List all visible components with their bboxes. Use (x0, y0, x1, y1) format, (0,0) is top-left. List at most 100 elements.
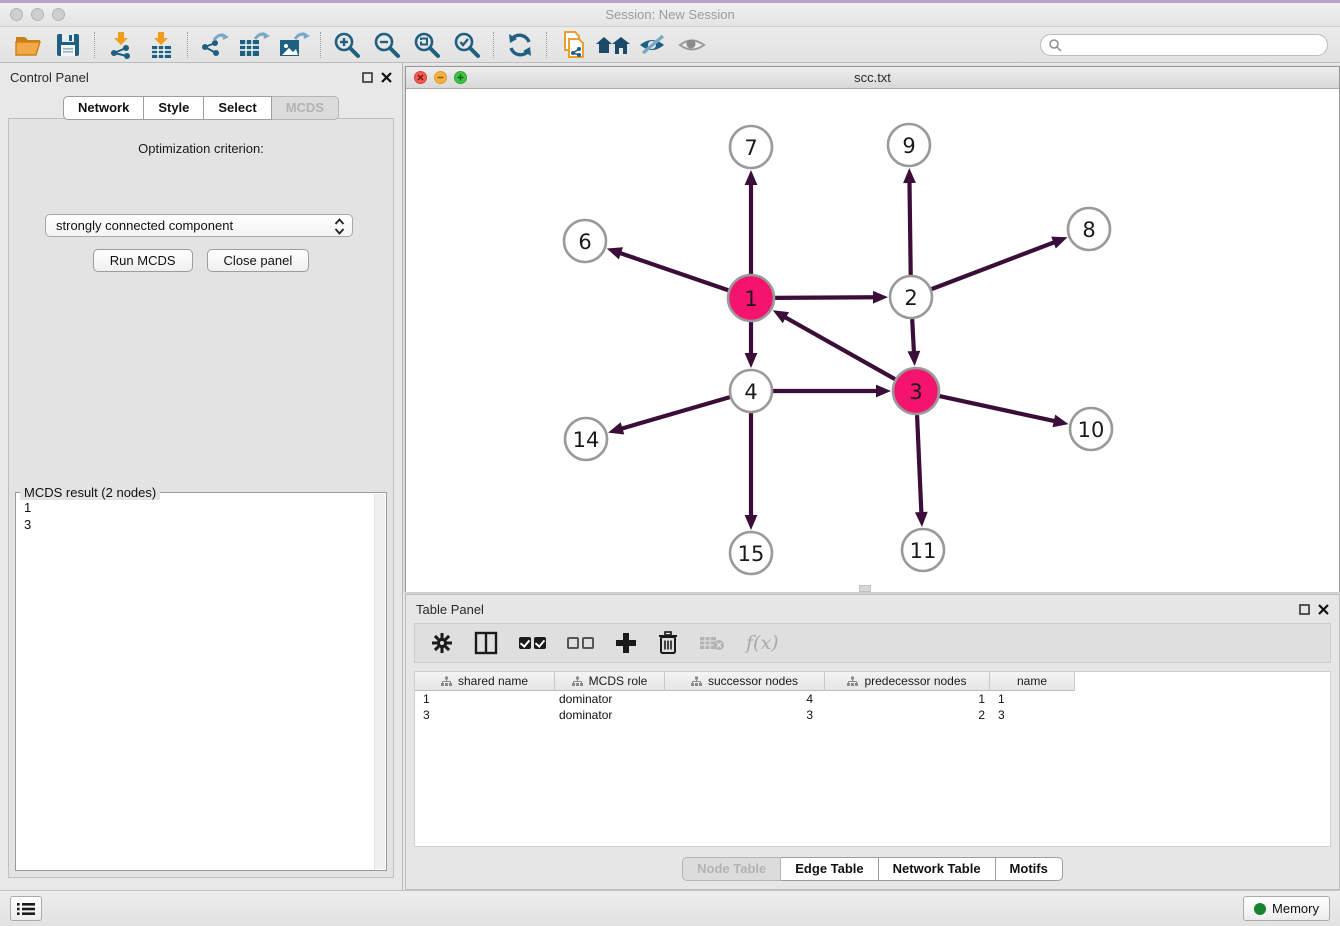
refresh-icon (506, 31, 534, 59)
hide-selected-button[interactable] (633, 29, 673, 61)
app-titlebar: Session: New Session (0, 3, 1340, 27)
checked-box-icon (534, 637, 546, 649)
graph-edge-4-14[interactable] (620, 397, 730, 429)
column-header-predecessor-nodes[interactable]: predecessor nodes (825, 672, 990, 691)
trash-icon (658, 631, 678, 655)
graph-node-label: 8 (1082, 218, 1095, 242)
toolbar-separator (546, 32, 547, 58)
window-title: Session: New Session (0, 7, 1340, 22)
delete-column-button[interactable] (658, 631, 678, 655)
unchecked-box-icon (582, 637, 594, 649)
close-panel-icon[interactable] (381, 72, 392, 83)
show-panels-button[interactable] (10, 896, 42, 921)
graph-arrowhead (876, 385, 891, 398)
tab-network-table[interactable]: Network Table (879, 857, 996, 881)
import-network-button[interactable] (101, 29, 141, 61)
column-header-mcds-role[interactable]: MCDS role (555, 672, 665, 691)
float-panel-icon[interactable] (1299, 604, 1310, 615)
export-table-button[interactable] (234, 29, 274, 61)
cell-shared-name: 1 (415, 692, 555, 706)
table-row[interactable]: 3 dominator 3 2 3 (415, 707, 1330, 723)
show-all-button[interactable] (673, 29, 713, 61)
float-panel-icon[interactable] (362, 72, 373, 83)
graph-node-label: 10 (1078, 418, 1105, 442)
toolbar-separator (94, 32, 95, 58)
tab-motifs[interactable]: Motifs (996, 857, 1063, 881)
canvas-resize-grip[interactable] (859, 585, 871, 592)
hierarchy-icon (847, 676, 858, 687)
zoom-fit-icon (412, 30, 442, 60)
tab-select[interactable]: Select (204, 96, 271, 120)
tab-style[interactable]: Style (144, 96, 204, 120)
tab-network[interactable]: Network (63, 96, 144, 120)
stepper-arrows-icon (334, 218, 345, 235)
table-settings-button[interactable] (431, 632, 453, 654)
graph-edge-2-9[interactable] (909, 180, 910, 275)
column-header-successor-nodes[interactable]: successor nodes (665, 672, 825, 691)
network-canvas[interactable]: 7968124314101511 (406, 89, 1339, 592)
column-header-name[interactable]: name (990, 672, 1075, 691)
export-network-button[interactable] (194, 29, 234, 61)
zoom-out-button[interactable] (367, 29, 407, 61)
graph-edge-3-1[interactable] (783, 316, 895, 379)
save-session-button[interactable] (48, 29, 88, 61)
graph-edge-1-2[interactable] (775, 297, 876, 298)
result-scrollbar[interactable] (374, 494, 385, 869)
table-panel-header: Table Panel (406, 595, 1339, 623)
criterion-dropdown[interactable]: strongly connected component (45, 214, 353, 237)
add-column-button[interactable] (615, 632, 637, 654)
search-input[interactable] (1040, 34, 1328, 56)
graph-edge-2-8[interactable] (932, 241, 1057, 289)
table-toolbar: f(x) (414, 623, 1331, 663)
node-table: shared name MCDS role successor nodes pr… (414, 671, 1331, 847)
delete-table-button[interactable] (699, 634, 725, 652)
mcds-result-title: MCDS result (2 nodes) (20, 485, 160, 500)
mcds-result-box: MCDS result (2 nodes) 1 3 (15, 492, 387, 871)
toolbar-separator (493, 32, 494, 58)
graph-edge-1-6[interactable] (618, 252, 728, 290)
column-label: predecessor nodes (864, 674, 966, 688)
network-graph[interactable]: 7968124314101511 (406, 89, 1339, 592)
deselect-all-rows-button[interactable] (567, 637, 594, 649)
clone-network-button[interactable] (553, 29, 593, 61)
zoom-selected-button[interactable] (447, 29, 487, 61)
show-parent-networks-button[interactable] (593, 29, 633, 61)
zoom-in-button[interactable] (327, 29, 367, 61)
open-session-button[interactable] (8, 29, 48, 61)
column-label: shared name (458, 674, 528, 688)
tab-node-table[interactable]: Node Table (682, 857, 781, 881)
column-label: MCDS role (589, 674, 648, 688)
network-close-button[interactable] (414, 71, 427, 84)
select-all-rows-button[interactable] (519, 637, 546, 649)
network-maximize-button[interactable] (454, 71, 467, 84)
export-image-button[interactable] (274, 29, 314, 61)
import-table-button[interactable] (141, 29, 181, 61)
memory-label: Memory (1272, 901, 1319, 916)
control-panel-header: Control Panel (0, 63, 402, 91)
apply-layout-button[interactable] (500, 29, 540, 61)
network-window-titlebar[interactable]: scc.txt (406, 67, 1339, 89)
run-mcds-button[interactable]: Run MCDS (93, 249, 193, 272)
graph-edge-2-3[interactable] (912, 319, 914, 354)
network-minimize-button[interactable] (434, 71, 447, 84)
tab-mcds[interactable]: MCDS (272, 96, 339, 120)
network-window-title: scc.txt (406, 70, 1339, 85)
zoom-fit-button[interactable] (407, 29, 447, 61)
show-columns-button[interactable] (474, 631, 498, 655)
export-image-icon (277, 30, 311, 60)
function-builder-button[interactable]: f(x) (746, 632, 779, 654)
table-row[interactable]: 1 dominator 4 1 1 (415, 691, 1330, 707)
memory-button[interactable]: Memory (1243, 896, 1330, 921)
graph-node-label: 1 (744, 287, 757, 311)
graph-edge-3-10[interactable] (939, 396, 1056, 421)
cell-shared-name: 3 (415, 708, 555, 722)
close-panel-button[interactable]: Close panel (207, 249, 310, 272)
tab-edge-table[interactable]: Edge Table (781, 857, 878, 881)
close-panel-icon[interactable] (1318, 604, 1329, 615)
table-tabs-strip: Node Table Edge Table Network Table Moti… (406, 849, 1339, 889)
column-header-shared-name[interactable]: shared name (415, 672, 555, 691)
list-icon (17, 902, 35, 916)
graph-arrowhead (915, 512, 928, 527)
graph-node-label: 9 (902, 134, 915, 158)
graph-edge-3-11[interactable] (917, 415, 921, 515)
